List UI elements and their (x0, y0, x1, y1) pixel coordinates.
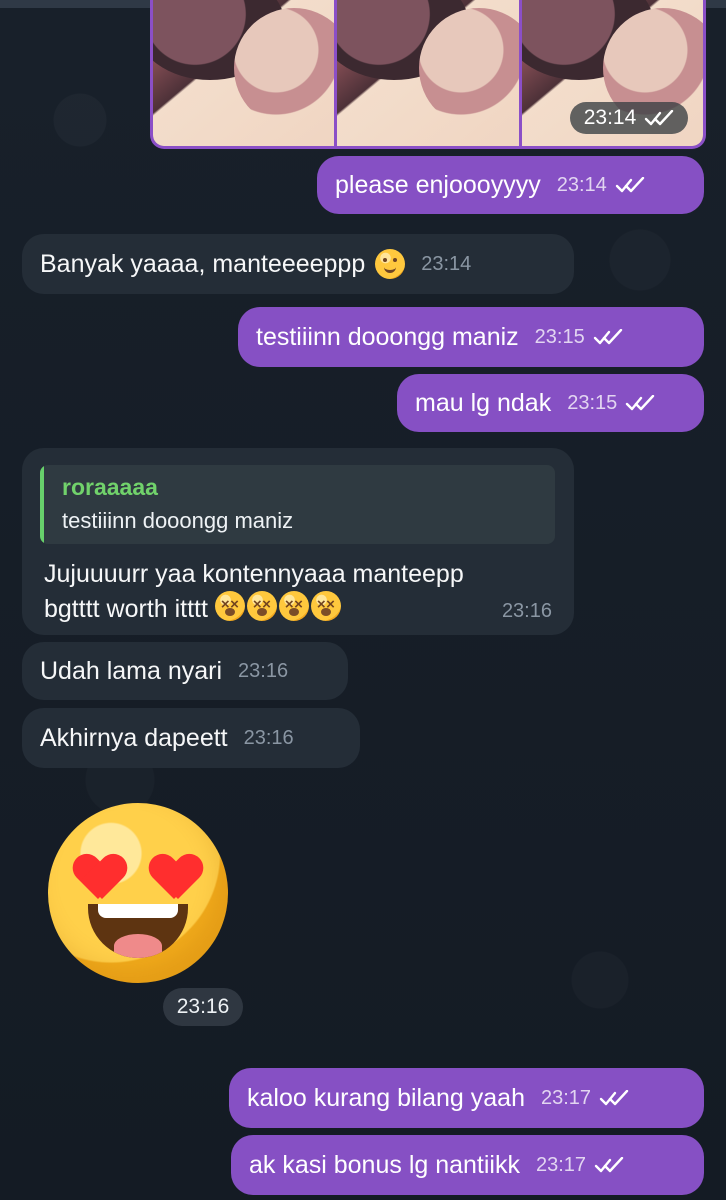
reply-line-1: Jujuuuurr yaa kontennyaaa manteepp (44, 560, 464, 588)
dizzy-face-icon (278, 591, 309, 622)
message-text: Udah lama nyari (40, 657, 223, 685)
message-text: kaloo kurang bilang yaah (247, 1084, 525, 1112)
message-text: Banyak yaaaa, manteeeeppp (40, 250, 366, 278)
reply-line-2: bgtttt worth itttt (44, 595, 208, 624)
message-meta: 23:17 (536, 1153, 624, 1177)
message-text: please enjoooyyyy (335, 171, 541, 199)
emoji-message-time: 23:16 (163, 988, 243, 1026)
photo-album-message[interactable]: 23:14 (150, 0, 706, 149)
message-meta: 23:14 (557, 173, 645, 197)
message-time: 23:15 (567, 392, 618, 414)
outgoing-message-1[interactable]: please enjoooyyyy 23:14 (317, 156, 704, 214)
message-time: 23:17 (540, 1087, 592, 1109)
message-text: Akhirnya dapeett (40, 724, 228, 752)
message-time: 23:16 (238, 660, 289, 682)
dizzy-face-icon (246, 591, 277, 622)
message-time: 23:16 (243, 727, 294, 749)
dizzy-face-icons (214, 591, 341, 622)
outgoing-message-3[interactable]: mau lg ndak 23:15 (397, 374, 704, 432)
message-meta: 23:15 (567, 391, 655, 415)
open-smile-mouth-icon (88, 904, 188, 958)
double-check-icon (615, 177, 644, 193)
reply-accent-bar (40, 465, 44, 544)
heart-eyes-emoji (48, 803, 228, 983)
reply-message-text: Jujuuuurr yaa kontennyaaa manteepp bgttt… (44, 558, 544, 627)
message-time: 23:17 (535, 1154, 587, 1176)
double-check-icon (645, 110, 674, 126)
message-time: 23:14 (421, 253, 472, 275)
photo-thumbnail-1[interactable] (153, 0, 335, 146)
message-time: 23:14 (556, 174, 607, 196)
incoming-message-2[interactable]: Udah lama nyari 23:16 (22, 642, 348, 700)
photo-thumbnail-2[interactable] (337, 0, 519, 146)
double-check-icon (594, 1157, 624, 1173)
yum-face-icon (375, 249, 406, 279)
heart-eye-right-icon (150, 855, 202, 899)
outgoing-message-5[interactable]: ak kasi bonus lg nantiikk 23:17 (231, 1135, 704, 1195)
message-text: testiiinn dooongg maniz (256, 323, 519, 351)
incoming-reply-message[interactable]: roraaaaa testiiinn dooongg maniz Jujuuuu… (22, 448, 574, 635)
heart-eye-left-icon (74, 855, 126, 899)
reply-line-2-wrapper: bgtttt worth itttt (44, 591, 544, 626)
outgoing-message-2[interactable]: testiiinn dooongg maniz 23:15 (238, 307, 704, 367)
photo-album-timestamp: 23:14 (570, 102, 688, 134)
reply-preview[interactable]: roraaaaa testiiinn dooongg maniz (40, 465, 555, 544)
double-check-icon (593, 329, 622, 345)
reply-author: roraaaaa (62, 474, 158, 500)
message-time: 23:15 (534, 326, 585, 348)
outgoing-message-4[interactable]: kaloo kurang bilang yaah 23:17 (229, 1068, 704, 1128)
message-text: ak kasi bonus lg nantiikk (249, 1151, 520, 1179)
message-meta: 23:17 (541, 1086, 629, 1110)
incoming-message-3[interactable]: Akhirnya dapeett 23:16 (22, 708, 360, 768)
dizzy-face-icon (214, 591, 245, 622)
message-time: 23:16 (501, 600, 552, 622)
dizzy-face-icon (310, 591, 341, 622)
reply-snippet: testiiinn dooongg maniz (62, 508, 294, 533)
message-meta: 23:16 (238, 659, 288, 683)
incoming-message-1[interactable]: Banyak yaaaa, manteeeeppp 23:14 (22, 234, 574, 294)
message-meta: 23:15 (535, 325, 623, 349)
double-check-icon (626, 395, 655, 411)
message-meta: 23:14 (421, 252, 471, 276)
double-check-icon (599, 1090, 629, 1106)
message-time: 23:14 (583, 106, 637, 129)
message-text: mau lg ndak (415, 389, 552, 417)
message-meta: 23:16 (244, 726, 294, 750)
